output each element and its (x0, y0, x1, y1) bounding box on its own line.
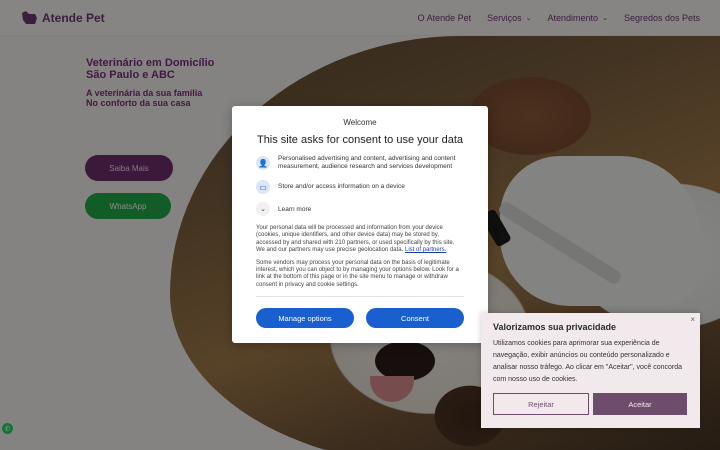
cookie-text: Utilizamos cookies para aprimorar sua ex… (493, 340, 683, 383)
learn-more-label: Learn more (278, 205, 312, 213)
dialog-divider (256, 296, 464, 298)
dialog-welcome: Welcome (343, 118, 377, 127)
chevron-down-icon: ⌄ (256, 202, 270, 216)
partners-link[interactable]: List of partners. (405, 247, 446, 253)
person-icon: 👤 (256, 156, 270, 170)
consent-description-2: Some vendors may process your personal d… (256, 259, 459, 288)
device-icon: ▭ (256, 180, 270, 194)
reject-button[interactable]: Rejeitar (493, 393, 589, 415)
dialog-title: This site asks for consent to use your d… (256, 134, 464, 146)
cookie-actions: Rejeitar Aceitar (493, 393, 688, 415)
cookie-title: Valorizamos sua privacidade (493, 322, 617, 332)
consent-description: Your personal data will be processed and… (256, 225, 464, 255)
consent-dialog: Welcome This site asks for consent to us… (232, 106, 488, 343)
purpose-item: 👤 Personalised advertising and content, … (256, 155, 464, 171)
dialog-actions: Manage options Consent (256, 308, 464, 329)
accept-button[interactable]: Aceitar (593, 393, 687, 415)
learn-more-toggle[interactable]: ⌄ Learn more (256, 202, 464, 216)
purpose-text: Store and/or access information on a dev… (278, 183, 405, 190)
close-icon[interactable]: × (690, 315, 695, 324)
purpose-text: Personalised advertising and content, ad… (278, 155, 456, 170)
purpose-item: ▭ Store and/or access information on a d… (256, 180, 464, 194)
cookie-notice: × Valorizamos sua privacidade Utilizamos… (481, 313, 700, 428)
manage-options-button[interactable]: Manage options (256, 308, 354, 329)
consent-button[interactable]: Consent (366, 308, 464, 329)
